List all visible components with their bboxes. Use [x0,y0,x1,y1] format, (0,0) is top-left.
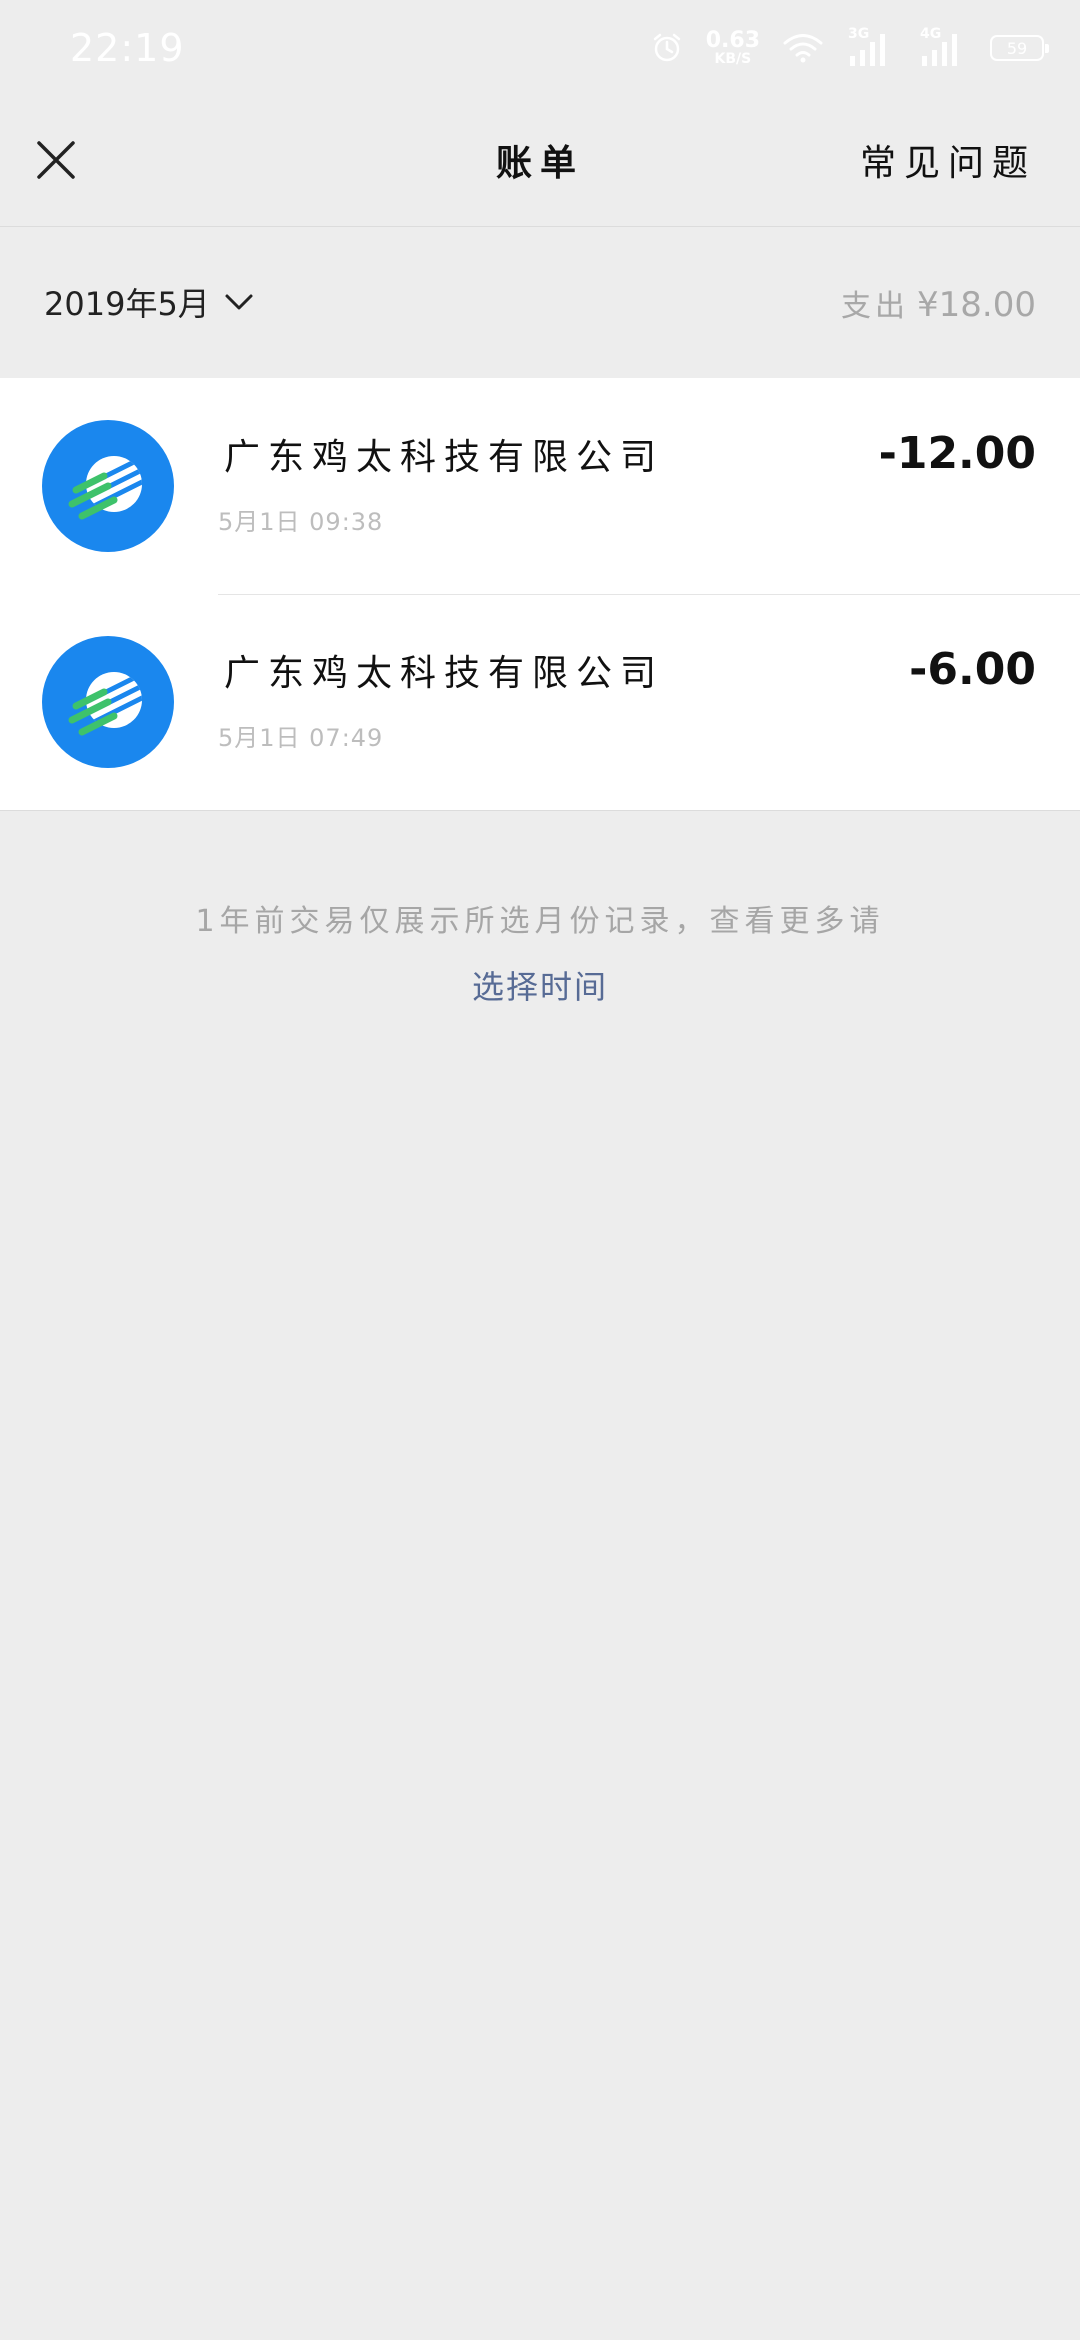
signal-bars-icon [922,34,957,66]
merchant-name: 广东鸡太科技有限公司 [224,437,665,478]
net-speed-value: 0.63 [705,28,760,53]
status-time: 22:19 [70,26,185,70]
merchant-avatar [42,636,174,768]
transaction-time: 5月1日 07:49 [218,724,384,752]
merchant-avatar [42,420,174,552]
expense-amount: ¥18.00 [917,285,1036,325]
expense-summary: 支出 ¥18.00 [841,281,1036,325]
history-note: 1年前交易仅展示所选月份记录，查看更多请 [195,904,885,939]
wifi-icon [783,34,823,63]
transaction-list: 广东鸡太科技有限公司 5月1日 09:38 -12.00 广东鸡太科技有限公司 [0,378,1080,811]
transaction-row[interactable]: 广东鸡太科技有限公司 5月1日 09:38 -12.00 [0,378,1080,594]
transaction-amount: -12.00 [878,428,1036,479]
battery-icon: 59 [990,35,1049,61]
signal-bars-icon [850,34,885,66]
transaction-time: 5月1日 09:38 [218,508,384,536]
merchant-name: 广东鸡太科技有限公司 [224,653,665,694]
filter-bar: 2019年5月 支出 ¥18.00 [0,227,1080,377]
chevron-down-icon [225,294,253,310]
month-picker[interactable]: 2019年5月 [44,279,254,325]
expense-label: 支出 [841,289,910,324]
signal-4g: 4G [918,26,968,68]
signal-3g: 3G [846,26,896,68]
net-speed: 0.63 KB/S [705,28,760,67]
alarm-icon [653,33,680,62]
faq-link[interactable]: 常见问题 [860,134,1036,186]
month-label: 2019年5月 [44,285,210,323]
status-bar: 22:19 0.63 KB/S 3G 4G 59 [0,0,1080,96]
transaction-amount: -6.00 [909,644,1036,695]
status-icons: 0.63 KB/S 3G 4G 59 [650,26,1049,70]
select-time-link[interactable]: 选择时间 [472,962,608,1008]
transaction-row[interactable]: 广东鸡太科技有限公司 5月1日 07:49 -6.00 [0,594,1080,810]
merchant-logo-icon [68,672,142,736]
merchant-logo-icon [68,456,142,520]
header: 账单 常见问题 [0,96,1080,227]
footer-note: 1年前交易仅展示所选月份记录，查看更多请 选择时间 [0,896,1080,1008]
net-speed-unit: KB/S [714,51,752,67]
